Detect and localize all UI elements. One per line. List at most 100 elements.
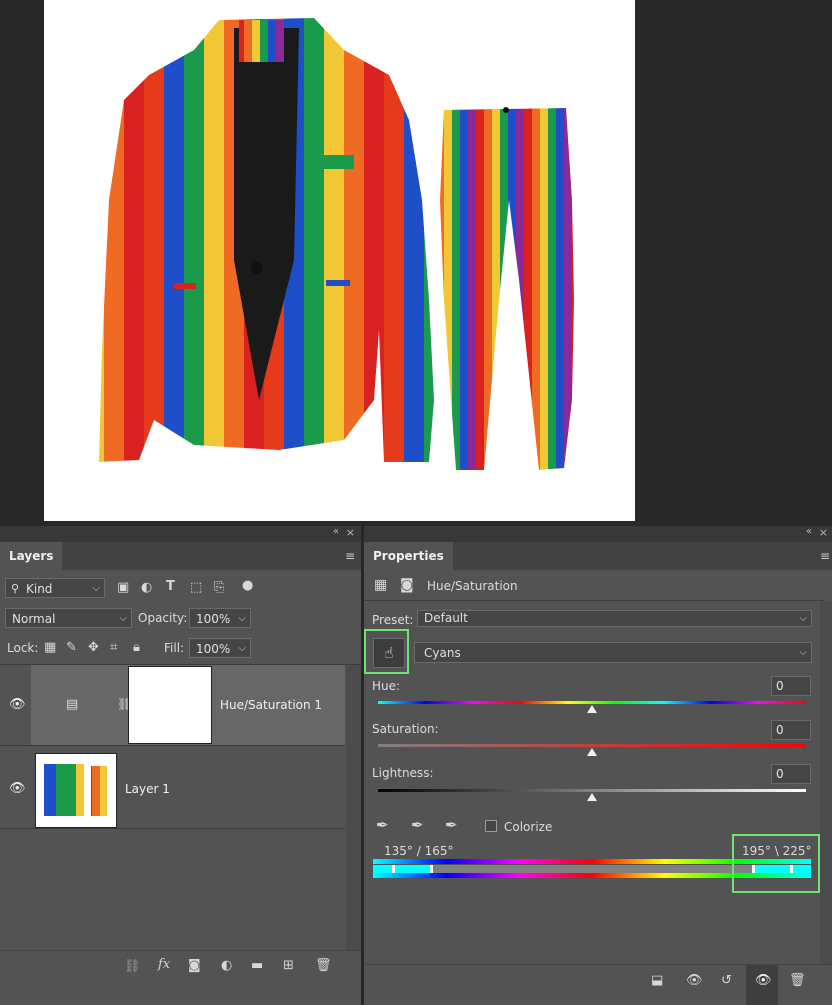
lightness-label: Lightness: xyxy=(372,766,434,780)
chevron-down-icon: ⌵ xyxy=(799,613,807,624)
lock-transparent-icon[interactable]: ▦ xyxy=(44,640,56,655)
colorize-checkbox[interactable] xyxy=(485,820,497,832)
adjustment-icon[interactable]: ▦ xyxy=(374,577,387,593)
saturation-slider-thumb[interactable] xyxy=(587,748,597,756)
eye-icon: 👁︎ xyxy=(755,973,772,988)
tab-layers[interactable]: Layers xyxy=(0,542,63,570)
eyedropper-icon[interactable]: ✒︎ xyxy=(376,816,389,834)
lightness-input[interactable]: 0 xyxy=(771,764,811,784)
collapse-icon[interactable]: « xyxy=(806,526,812,537)
suit-thumbnail-image xyxy=(44,764,107,816)
adjustment-layer-icon: ▤ xyxy=(66,697,79,712)
layers-panel: « × Layers ≡ ⚲ Kind ⌵ ▣ ◐ T ⬚ ⎘ ● Normal… xyxy=(0,526,361,1005)
chevron-down-icon: ⌵ xyxy=(92,583,100,594)
lock-paint-icon[interactable]: ✎ xyxy=(66,640,77,655)
document-canvas[interactable] xyxy=(44,0,635,521)
properties-footer: ⬓ 👁︎ ↺ 👁︎ 🗑︎ xyxy=(364,964,832,1005)
blend-mode-select[interactable]: Normal ⌵ xyxy=(5,608,132,628)
opacity-field[interactable]: 100% ⌵ xyxy=(189,608,251,628)
adjustment-title: Hue/Saturation xyxy=(427,579,518,593)
delete-adjustment-icon[interactable]: 🗑︎ xyxy=(789,973,806,988)
layer-row-layer-1[interactable]: 👁︎ Layer 1 xyxy=(0,746,345,828)
highlight-box xyxy=(732,834,820,893)
close-icon[interactable]: × xyxy=(346,526,355,539)
eyedropper-add-icon[interactable]: ✒︎ xyxy=(411,816,424,834)
rainbow-suit-image xyxy=(99,18,574,470)
saturation-input[interactable]: 0 xyxy=(771,720,811,740)
range-handle-left-outer[interactable] xyxy=(392,865,395,873)
panel-menu-icon[interactable]: ≡ xyxy=(345,549,355,563)
preset-value: Default xyxy=(424,611,468,625)
chevron-down-icon: ⌵ xyxy=(119,613,127,624)
divider xyxy=(364,600,824,601)
add-mask-icon[interactable]: ◙ xyxy=(188,958,201,973)
fill-field[interactable]: 100% ⌵ xyxy=(189,638,251,658)
layer-thumbnail[interactable] xyxy=(35,753,117,828)
filter-pixel-icon[interactable]: ▣ xyxy=(117,580,129,595)
properties-tabbar: Properties ≡ xyxy=(364,542,832,570)
new-layer-icon[interactable]: ⊞ xyxy=(283,958,294,973)
filter-type-icon[interactable]: T xyxy=(166,579,175,594)
blend-mode-value: Normal xyxy=(12,612,56,626)
channel-select[interactable]: Cyans ⌵ xyxy=(414,642,812,663)
kind-filter-select[interactable]: ⚲ Kind ⌵ xyxy=(5,578,105,598)
clip-to-layer-icon[interactable]: ⬓ xyxy=(651,973,663,988)
fx-icon[interactable]: fx xyxy=(158,957,170,972)
search-icon: ⚲ xyxy=(11,582,20,595)
layers-tabbar: Layers ≡ xyxy=(0,542,361,570)
layers-panel-header-strip: « × xyxy=(0,526,361,542)
canvas-area[interactable] xyxy=(0,0,832,524)
filter-smart-object-icon[interactable]: ⎘ xyxy=(214,580,224,595)
range-left-values: 135° / 165° xyxy=(384,844,454,858)
chevron-down-icon: ⌵ xyxy=(799,647,807,658)
eyedropper-subtract-icon[interactable]: ✒︎ xyxy=(445,816,458,834)
properties-panel-header-strip: « × xyxy=(364,526,832,542)
layer-row-hue-saturation[interactable]: 👁︎ ▤ ⛓︎ Hue/Saturation 1 xyxy=(0,665,345,745)
divider xyxy=(0,828,345,829)
eye-icon[interactable]: 👁︎ xyxy=(9,697,26,712)
delete-layer-icon[interactable]: 🗑︎ xyxy=(315,958,332,973)
opacity-value: 100% xyxy=(196,612,231,626)
close-icon[interactable]: × xyxy=(819,526,828,539)
layers-footer: ⛓︎ fx ◙ ◐ ▬ ⊞ 🗑︎ xyxy=(0,950,361,1005)
collapse-icon[interactable]: « xyxy=(333,526,339,537)
link-layers-icon[interactable]: ⛓︎ xyxy=(124,959,141,974)
hue-label: Hue: xyxy=(372,679,401,693)
panel-menu-icon[interactable]: ≡ xyxy=(820,549,830,563)
fill-label: Fill: xyxy=(164,641,185,655)
filter-adjustment-icon[interactable]: ◐ xyxy=(141,580,152,595)
new-adjustment-icon[interactable]: ◐ xyxy=(221,958,232,973)
view-previous-state-icon[interactable]: 👁︎ xyxy=(686,973,703,988)
channel-value: Cyans xyxy=(424,646,461,660)
lightness-slider-thumb[interactable] xyxy=(587,793,597,801)
properties-scrollbar[interactable] xyxy=(820,601,832,964)
eye-icon[interactable]: 👁︎ xyxy=(9,781,26,796)
hue-slider-track[interactable] xyxy=(378,701,806,704)
hue-input[interactable]: 0 xyxy=(771,676,811,696)
toggle-visibility-button[interactable]: 👁︎ xyxy=(746,965,778,1005)
filter-toggle-icon[interactable]: ● xyxy=(242,578,253,593)
lock-all-icon[interactable]: 🔒︎ xyxy=(133,640,140,655)
layer-mask-thumbnail[interactable] xyxy=(128,666,212,744)
layers-scrollbar[interactable] xyxy=(346,665,361,950)
mask-icon[interactable]: ◙ xyxy=(400,577,414,593)
chevron-down-icon: ⌵ xyxy=(238,643,246,654)
new-group-icon[interactable]: ▬ xyxy=(251,958,263,973)
saturation-slider-track[interactable] xyxy=(378,744,806,747)
lock-artboard-icon[interactable]: ⌗ xyxy=(110,640,117,655)
lock-position-icon[interactable]: ✥ xyxy=(88,640,99,655)
chevron-down-icon: ⌵ xyxy=(238,613,246,624)
layer-name[interactable]: Hue/Saturation 1 xyxy=(220,698,322,712)
preset-select[interactable]: Default ⌵ xyxy=(417,610,812,627)
kind-filter-label: Kind xyxy=(26,582,53,596)
layer-name[interactable]: Layer 1 xyxy=(125,782,170,796)
range-handle-left-inner[interactable] xyxy=(430,865,433,873)
properties-panel: « × Properties ≡ ▦ ◙ Hue/Saturation Pres… xyxy=(364,526,832,1005)
lock-label: Lock: xyxy=(7,641,39,655)
hue-slider-thumb[interactable] xyxy=(587,705,597,713)
reset-icon[interactable]: ↺ xyxy=(721,973,732,988)
lightness-slider-track[interactable] xyxy=(378,789,806,792)
colorize-label[interactable]: Colorize xyxy=(504,820,552,834)
filter-shape-icon[interactable]: ⬚ xyxy=(190,580,202,595)
tab-properties[interactable]: Properties xyxy=(364,542,453,570)
